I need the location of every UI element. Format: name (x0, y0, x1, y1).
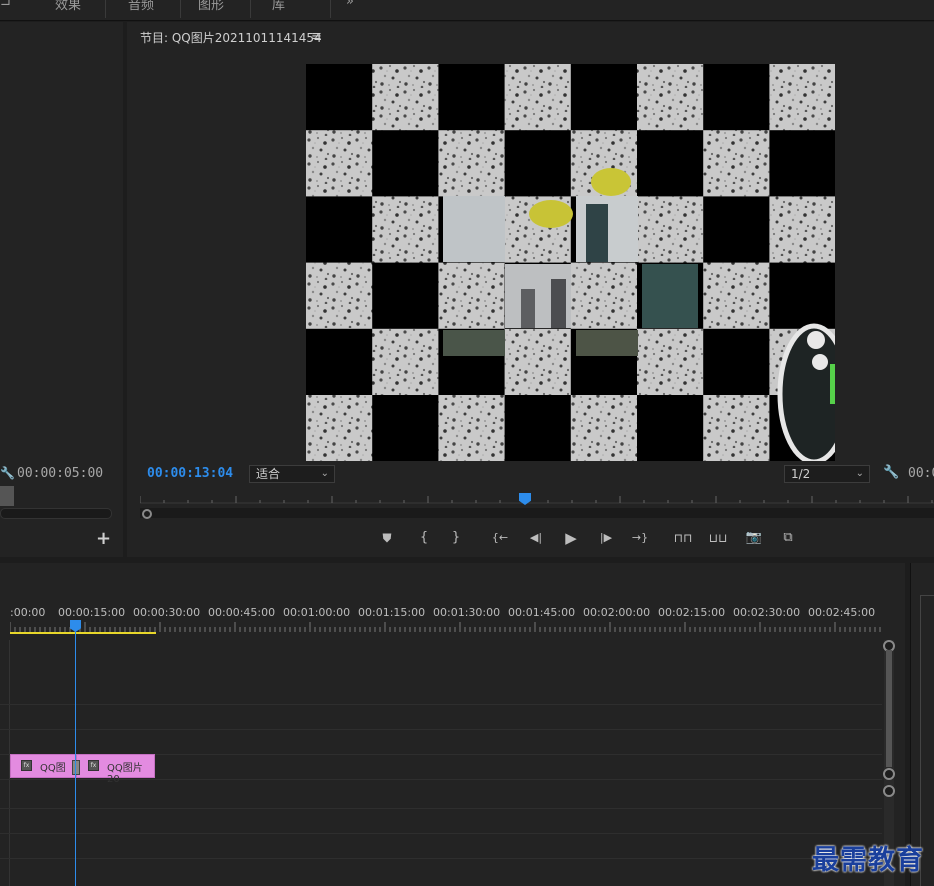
checker-square (637, 130, 704, 197)
step-back-button[interactable]: ◀| (525, 528, 547, 548)
panel-menu-icon[interactable]: ≡ (311, 29, 322, 44)
program-title: 节目: QQ图片20211011141454 (140, 31, 322, 45)
ruler-label: 00:01:00:00 (283, 606, 351, 619)
scroll-knob[interactable] (883, 768, 895, 780)
checker-square (372, 262, 439, 329)
fx-badge: fx (88, 760, 99, 771)
add-icon[interactable]: + (96, 528, 111, 549)
chevron-down-icon: ⌄ (320, 468, 329, 479)
fit-dropdown-value: 适合 (256, 467, 281, 481)
checker-square (703, 328, 770, 395)
timeline-clip[interactable]: fx QQ图 (10, 754, 76, 778)
ruler-label: 00:02:15:00 (658, 606, 726, 619)
wrench-icon[interactable]: 🔧 (0, 466, 15, 480)
checker-square (769, 130, 835, 197)
go-to-out-button[interactable]: →} (629, 528, 651, 548)
clip-label: QQ图片20 (107, 763, 143, 785)
ruler-label: 00:02:45:00 (808, 606, 876, 619)
fx-badge: fx (21, 760, 32, 771)
ruler-label: 00:00:30:00 (133, 606, 201, 619)
ruler-label: 00:00:15:00 (58, 606, 126, 619)
checker-square (769, 262, 835, 329)
photo-sky-tile (443, 196, 505, 262)
overflow-icon[interactable]: » (346, 0, 354, 9)
ruler-label: 00:01:45:00 (508, 606, 576, 619)
checker-square (306, 196, 373, 263)
photo-tree-tile (443, 330, 505, 356)
checker-square (637, 395, 704, 461)
checker-square (504, 395, 571, 461)
checker-square (438, 64, 505, 131)
export-frame-button[interactable]: 📷 (743, 528, 765, 548)
photo-building (521, 289, 535, 328)
photo-tree-tile (576, 330, 638, 356)
compare-view-button[interactable]: ⧉ (777, 528, 799, 548)
go-to-in-button[interactable]: {← (489, 528, 511, 548)
step-forward-button[interactable]: |▶ (595, 528, 617, 548)
video-frame (306, 64, 835, 461)
add-marker-button[interactable]: ⛊ (376, 528, 398, 548)
watermark: 最需教育 (812, 845, 924, 876)
extract-button[interactable]: ⊔⊔ (707, 528, 729, 548)
source-scrollbar[interactable] (0, 508, 112, 519)
ruler-label: 00:01:15:00 (358, 606, 426, 619)
scroll-thumb[interactable] (886, 650, 892, 767)
right-timecode: 00:0 (908, 466, 934, 481)
checker-square (306, 328, 373, 395)
top-tab-bar: ⊐ 效果 音频 图形 库 » (0, 0, 934, 21)
duckling (591, 168, 631, 196)
scroll-knob[interactable] (883, 785, 895, 797)
tab-audio[interactable]: 音频 (128, 0, 154, 13)
resolution-dropdown[interactable]: 1/2 ⌄ (784, 465, 870, 483)
ruler-label: 00:02:30:00 (733, 606, 801, 619)
checker-square (372, 130, 439, 197)
source-playhead[interactable] (0, 486, 14, 506)
ruler-label: 00:02:00:00 (583, 606, 651, 619)
checker-square (703, 64, 770, 131)
ruler-label: 00:01:30:00 (433, 606, 501, 619)
wrench-icon[interactable]: 🔧 (883, 465, 899, 480)
timeline-clip[interactable]: fx QQ图片20 (76, 754, 155, 785)
photo-building (586, 204, 608, 262)
mark-in-button[interactable]: { (413, 528, 435, 548)
tab-libraries[interactable]: 库 (272, 0, 285, 13)
work-area-bar[interactable] (10, 632, 156, 634)
resolution-dropdown-value: 1/2 (791, 467, 811, 481)
play-button[interactable]: ▶ (560, 528, 582, 548)
tab-effects[interactable]: 效果 (55, 0, 81, 13)
program-timecode[interactable]: 00:00:13:04 (147, 466, 233, 481)
photo-building (551, 279, 566, 328)
checker-square (703, 196, 770, 263)
checker-square (570, 64, 637, 131)
mark-out-button[interactable]: } (445, 528, 467, 548)
clip-label: QQ图 (40, 763, 66, 774)
tab-graphics[interactable]: 图形 (198, 0, 224, 13)
timeline-playhead-line (75, 628, 76, 886)
checker-square (306, 64, 373, 131)
source-timecode: 00:00:05:00 (17, 466, 104, 481)
photo-building (642, 264, 698, 328)
fit-dropdown[interactable]: 适合 ⌄ (249, 465, 335, 483)
chevron-down-icon: ⌄ (855, 468, 864, 479)
checker-square (504, 130, 571, 197)
transition-handle[interactable] (72, 760, 80, 775)
checker-square (372, 395, 439, 461)
round-object (777, 323, 835, 461)
lift-button[interactable]: ⊓⊓ (672, 528, 694, 548)
ruler-label: :00:00 (10, 606, 46, 619)
duckling (529, 200, 573, 228)
program-time-ruler[interactable] (140, 490, 934, 522)
tab-edge: ⊐ (0, 0, 11, 9)
ruler-label: 00:00:45:00 (208, 606, 276, 619)
